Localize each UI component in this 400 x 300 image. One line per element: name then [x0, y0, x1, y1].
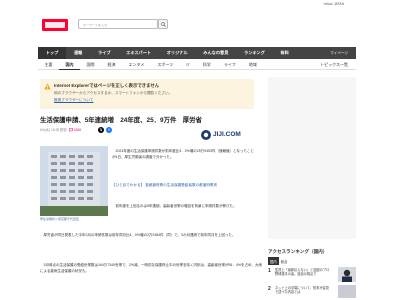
ad-slot	[268, 77, 356, 239]
article-paragraph-2: 前年度を上回るのは5年連続。高齢者世帯の増加を背景に申請件数が伸びた。	[112, 204, 237, 208]
subnav-item-sports[interactable]: スポーツ	[151, 59, 180, 70]
banner-message: 他のブラウザーからアクセスするか、スマートフォンから閲覧ください。	[54, 90, 173, 95]
related-link[interactable]: 【ひと目でわかる】 各都道府県の生活保護受給者数の都道府県別	[112, 183, 260, 188]
browser-warning-banner: Internet Explorerではページを正しく表示できません 他のブラウザ…	[40, 79, 254, 109]
nav-item-opinion[interactable]: みんなの意見	[195, 47, 236, 59]
ranking-tabs: 国内 総合	[268, 257, 356, 265]
subnav-item-local[interactable]: 地域	[242, 59, 263, 70]
subnav-item-life[interactable]: ライフ	[217, 59, 242, 70]
article-paragraph-3: 厚労省が同日発表した今年3月の申請件数は前年同月比4．0%増の2万2484件（同…	[40, 233, 236, 237]
photo-caption: 厚生労働省＝東京都千代田区	[40, 217, 80, 221]
ranking-number: 2	[268, 286, 271, 292]
x-share-button[interactable]: 𝕏	[98, 127, 104, 133]
sub-nav: 主要 国内 国際 経済 エンタメ スポーツ IT 科学 ライフ 地域 トピックス…	[38, 59, 356, 70]
ranking-text: 監督上「最新伝えない」と話題のプロ野球選手の妻。独自の視点で	[275, 268, 330, 277]
subnav-item-it[interactable]: IT	[180, 59, 197, 70]
search-input[interactable]: キーワードを入力	[78, 19, 158, 29]
article-paragraph-1: 2024年度の生活保護申請件数が前年度比3．2%増の25万9353件（速報値）と…	[112, 149, 254, 160]
publish-time: 6/4(水) 15:35 配信	[40, 128, 67, 132]
ranking-number: 1	[268, 268, 271, 274]
mypage-label: マイページ	[330, 50, 348, 55]
recommended-browser-link[interactable]: 推奨ブラウザーについて	[54, 98, 93, 103]
source-logo: JIJI.COM	[200, 128, 250, 142]
article-paragraph-4: 3月時点の生活保護の受給世帯数は164万7340世帯で、2%減。一時的な保護停止…	[40, 263, 262, 274]
facebook-icon: f	[108, 128, 110, 132]
nav-item-paid[interactable]: 有料	[273, 47, 297, 59]
ranking-thumbnail	[338, 285, 356, 298]
facebook-share-button[interactable]: f	[106, 127, 112, 133]
x-icon: 𝕏	[99, 128, 103, 132]
header: キーワードを入力	[0, 8, 400, 44]
person-thumbnail-icon	[338, 267, 356, 282]
comment-count: 4345	[73, 127, 82, 132]
share-buttons: 𝕏 f	[98, 127, 112, 133]
yahoo-top-link[interactable]: Yahoo! JAPAN	[323, 2, 344, 6]
article-title: 生活保護申請、5年連続増 24年度、25．9万件 厚労省	[40, 117, 202, 124]
yahoo-news-logo[interactable]	[42, 17, 68, 33]
search-icon	[160, 21, 166, 27]
subnav-item-economy[interactable]: 経済	[101, 59, 122, 70]
subnav-item-international[interactable]: 国際	[80, 59, 101, 70]
nav-item-ranking[interactable]: ランキング	[236, 47, 272, 59]
ranking-text: ネット上の中傷について、知事が会見で述べた内容とは	[275, 286, 329, 295]
topics-list-link[interactable]: トピックス一覧	[320, 59, 348, 70]
top-strip: Yahoo! JAPAN	[0, 0, 400, 8]
nav-item-original[interactable]: オリジナル	[159, 47, 196, 59]
subnav-item-entertainment[interactable]: エンタメ	[122, 59, 151, 70]
nav-item-top[interactable]: トップ	[38, 47, 67, 59]
ranking-item[interactable]: 2 ネット上の中傷について、知事が会見で述べた内容とは	[268, 285, 356, 300]
ranking-item[interactable]: 1 監督上「最新伝えない」と話題のプロ野球選手の妻。独自の視点で	[268, 267, 356, 283]
nav-item-expert[interactable]: エキスパート	[118, 47, 159, 59]
ranking-tab-domestic[interactable]: 国内	[268, 257, 279, 265]
nav-item-breaking[interactable]: 速報	[66, 47, 90, 59]
banner-title: Internet Explorerではページを正しく表示できません	[54, 83, 160, 88]
subnav-item-main[interactable]: 主要	[38, 59, 59, 70]
search-button[interactable]	[158, 19, 168, 29]
building-photo	[40, 146, 108, 216]
article-meta: 6/4(水) 15:35 配信 4345	[40, 127, 82, 133]
ranking-title: アクセスランキング（国内）	[268, 249, 328, 254]
comment-link[interactable]: 4345	[68, 127, 82, 132]
nav-item-live[interactable]: ライブ	[90, 47, 118, 59]
subnav-item-domestic[interactable]: 国内	[59, 59, 80, 70]
ranking-tab-overall[interactable]: 総合	[279, 257, 290, 265]
mypage-link[interactable]: マイページ	[330, 47, 348, 59]
comment-icon	[68, 127, 73, 132]
main-nav: トップ 速報 ライブ エキスパート オリジナル みんなの意見 ランキング 有料 …	[38, 47, 356, 59]
warning-icon	[44, 83, 51, 90]
subnav-item-science[interactable]: 科学	[196, 59, 217, 70]
ranking-thumbnail	[338, 267, 356, 282]
article-photo[interactable]	[40, 146, 108, 216]
source-logo-text: JIJI.COM	[213, 131, 241, 138]
